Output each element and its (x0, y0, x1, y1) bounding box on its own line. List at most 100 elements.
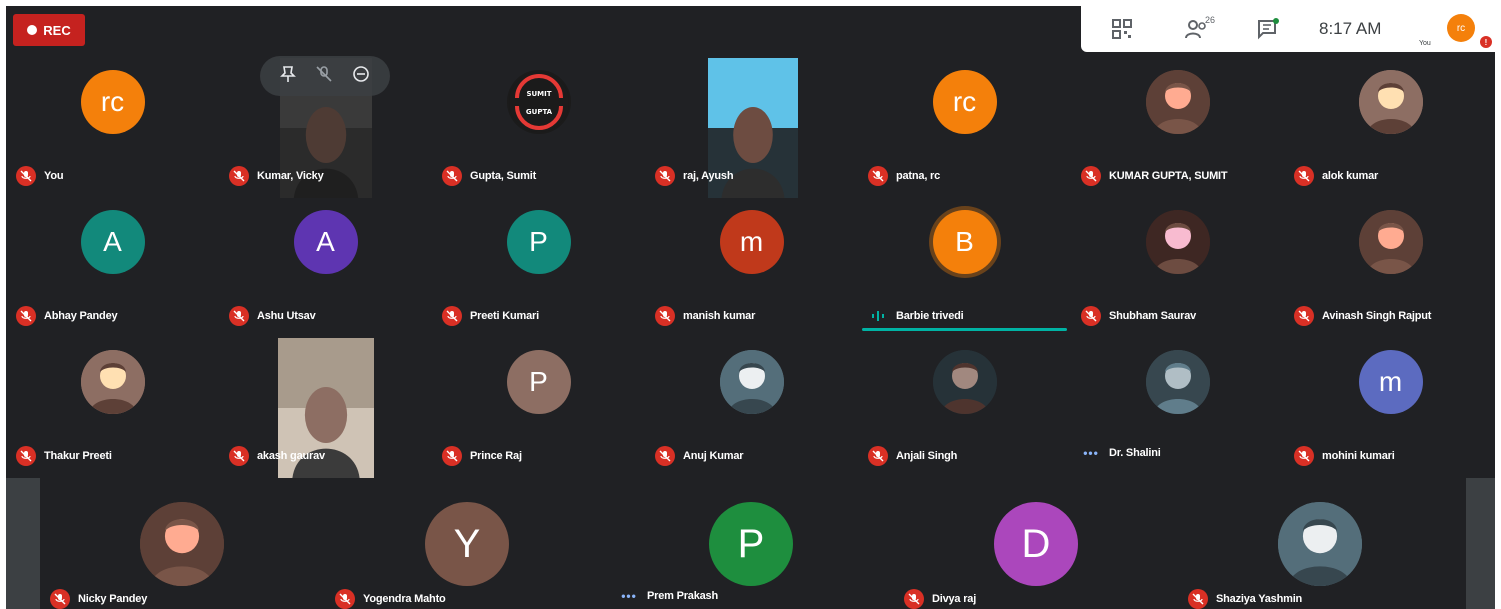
recording-label: REC (43, 22, 71, 38)
mic-off-icon (229, 166, 249, 186)
self-avatar[interactable]: rc (1447, 14, 1475, 42)
participant-tile[interactable]: P Prince Raj (432, 338, 645, 476)
mic-off-icon (229, 446, 249, 466)
participant-name-row: KUMAR GUPTA, SUMIT (1081, 166, 1228, 186)
participant-name-row: Shaziya Yashmin (1188, 589, 1302, 609)
participant-name: Dr. Shalini (1109, 447, 1161, 459)
participant-tile[interactable]: SUMIT GUPTA Gupta, Sumit (432, 58, 645, 196)
participant-name-row: Gupta, Sumit (442, 166, 536, 186)
participant-photo-avatar (719, 350, 784, 414)
mic-off-icon (1294, 306, 1314, 326)
participant-name-row: Barbie trivedi (868, 306, 964, 326)
mic-off-icon (50, 589, 70, 609)
participant-photo-avatar (1145, 350, 1210, 414)
participant-tile[interactable]: m mohini kumari (1284, 338, 1495, 476)
participant-avatar: m (719, 210, 784, 274)
participant-tile[interactable]: P ••• Prem Prakash (609, 478, 893, 609)
participant-tile[interactable]: Nicky Pandey (40, 478, 324, 609)
participant-avatar: rc (80, 70, 145, 134)
participant-avatar: m (1358, 350, 1423, 414)
participant-name: Kumar, Vicky (257, 170, 324, 182)
participant-name-row: Divya raj (904, 589, 976, 609)
participant-tile[interactable]: A Abhay Pandey (6, 198, 219, 336)
mic-off-icon[interactable] (315, 65, 333, 88)
top-toolbar: 26 8:17 AM You rc ! (1081, 6, 1495, 52)
participant-avatar: rc (932, 70, 997, 134)
participant-tile[interactable]: Anjali Singh (858, 338, 1071, 476)
pin-icon[interactable] (279, 65, 296, 88)
participant-name-row: Prince Raj (442, 446, 522, 466)
participant-name: akash gaurav (257, 450, 325, 462)
participant-tile[interactable]: Shaziya Yashmin (1178, 478, 1462, 609)
mic-off-icon (868, 446, 888, 466)
recording-badge: REC (13, 14, 85, 46)
clock-time: 8:17 AM (1319, 19, 1382, 38)
participant-tile[interactable]: D Divya raj (894, 478, 1178, 609)
participant-name-row: Shubham Saurav (1081, 306, 1196, 326)
remove-icon[interactable] (352, 65, 370, 88)
participant-tile[interactable]: Y Yogendra Mahto (325, 478, 609, 609)
mic-off-icon (904, 589, 924, 609)
participant-name: Shubham Saurav (1109, 310, 1197, 322)
meeting-details-icon[interactable] (1111, 18, 1135, 40)
participant-photo-avatar (1358, 70, 1423, 134)
mic-off-icon (655, 446, 675, 466)
participant-tile[interactable]: ••• Dr. Shalini (1071, 338, 1284, 476)
more-dots-icon: ••• (621, 589, 637, 603)
participant-name-row: Abhay Pandey (16, 306, 118, 326)
participant-name-row: Anjali Singh (868, 446, 957, 466)
mic-off-icon (1294, 166, 1314, 186)
filmstrip-edge-left (6, 478, 40, 609)
participant-name-row: akash gaurav (229, 446, 325, 466)
participant-name: Avinash Singh Rajput (1322, 310, 1432, 322)
participant-name: raj, Ayush (683, 170, 734, 182)
participant-tile[interactable]: Anuj Kumar (645, 338, 858, 476)
participant-name: Yogendra Mahto (363, 593, 446, 605)
speaking-indicator-bar (862, 328, 1067, 331)
participant-name-row: Ashu Utsav (229, 306, 316, 326)
meeting-window: REC 26 8:17 AM You rc ! rc You Kumar, Vick… (6, 6, 1495, 609)
participant-avatar: A (80, 210, 145, 274)
participant-name: Shaziya Yashmin (1216, 593, 1303, 605)
participant-name: Nicky Pandey (78, 593, 148, 605)
participant-tile[interactable]: A Ashu Utsav (219, 198, 432, 336)
participant-tile[interactable]: rc You (6, 58, 219, 196)
mic-off-icon (1081, 306, 1101, 326)
alert-badge: ! (1480, 36, 1492, 48)
participant-tile[interactable]: m manish kumar (645, 198, 858, 336)
participant-name: KUMAR GUPTA, SUMIT (1109, 170, 1228, 182)
participant-tile[interactable]: B Barbie trivedi (858, 198, 1071, 336)
participant-name-row: Nicky Pandey (50, 589, 147, 609)
participant-name: Ashu Utsav (257, 310, 316, 322)
participant-name: Preeti Kumari (470, 310, 539, 322)
participant-tile[interactable]: Thakur Preeti (6, 338, 219, 476)
participant-tile[interactable]: rc patna, rc (858, 58, 1071, 196)
participant-tile[interactable]: KUMAR GUPTA, SUMIT (1071, 58, 1284, 196)
participant-avatar: A (293, 210, 358, 274)
participant-name-row: Thakur Preeti (16, 446, 112, 466)
participant-name-row: You (16, 166, 64, 186)
chat-icon[interactable] (1257, 18, 1281, 40)
participant-name: You (44, 170, 64, 182)
participant-name: Divya raj (932, 593, 977, 605)
participant-tile[interactable]: Avinash Singh Rajput (1284, 198, 1495, 336)
participant-tile[interactable]: alok kumar (1284, 58, 1495, 196)
participant-name: Anuj Kumar (683, 450, 744, 462)
participant-name-row: manish kumar (655, 306, 755, 326)
svg-text:SUMIT: SUMIT (526, 90, 551, 98)
participant-name: Thakur Preeti (44, 450, 112, 462)
mic-off-icon (442, 166, 462, 186)
participant-tile[interactable]: P Preeti Kumari (432, 198, 645, 336)
participant-tile[interactable]: Shubham Saurav (1071, 198, 1284, 336)
participant-name: Prince Raj (470, 450, 522, 462)
mic-off-icon (442, 306, 462, 326)
filmstrip-edge-right (1466, 478, 1495, 609)
participant-photo-avatar (1145, 210, 1210, 274)
svg-text:GUPTA: GUPTA (525, 108, 552, 116)
participant-logo-avatar: SUMIT GUPTA (506, 70, 571, 134)
participant-name-row: ••• Prem Prakash (619, 589, 718, 603)
participant-name: Anjali Singh (896, 450, 958, 462)
participant-photo-avatar (1145, 70, 1210, 134)
participant-name-row: Preeti Kumari (442, 306, 539, 326)
mic-off-icon (335, 589, 355, 609)
